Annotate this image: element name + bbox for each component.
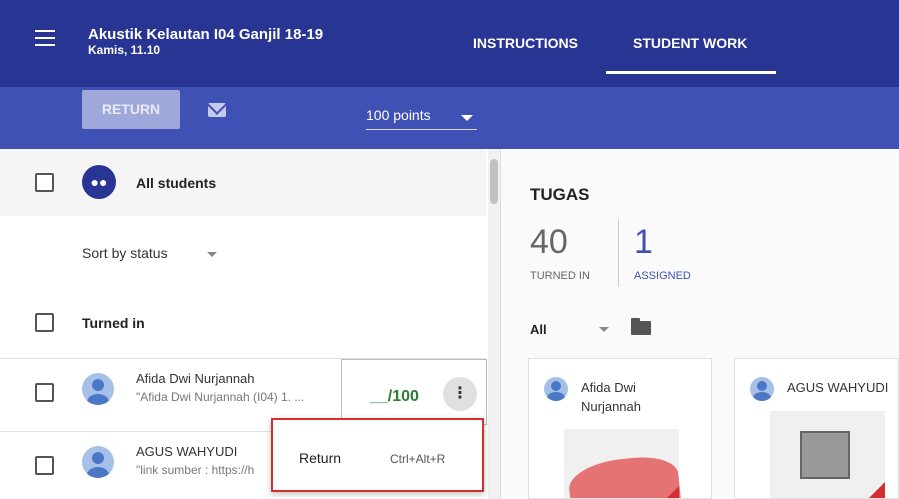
assigned-count[interactable]: 1	[634, 223, 653, 262]
card-student-name: AGUS WAHYUDI	[787, 380, 889, 395]
student-checkbox[interactable]	[35, 456, 54, 475]
section-header: Turned in	[82, 315, 145, 331]
chevron-down-icon[interactable]	[207, 252, 217, 257]
keyboard-shortcut: Ctrl+Alt+R	[390, 452, 446, 466]
chevron-down-icon[interactable]	[599, 327, 609, 332]
submission-thumbnail[interactable]	[564, 429, 682, 498]
class-date: Kamis, 11.10	[88, 43, 161, 57]
tab-student-work[interactable]: STUDENT WORK	[633, 35, 747, 51]
all-students-label: All students	[136, 175, 217, 191]
tab-instructions[interactable]: INSTRUCTIONS	[473, 35, 578, 51]
avatar	[544, 377, 568, 401]
divider	[618, 219, 619, 287]
grade-input[interactable]: __/100	[370, 388, 419, 406]
filter-select[interactable]: All	[530, 322, 547, 337]
assigned-label[interactable]: ASSIGNED	[634, 270, 691, 282]
menu-icon[interactable]	[35, 30, 55, 46]
submission-card[interactable]: AGUS WAHYUDI	[734, 358, 899, 499]
context-menu-return[interactable]: Return Ctrl+Alt+R	[271, 418, 484, 492]
avatar	[82, 446, 114, 478]
class-title[interactable]: Akustik Kelautan I04 Ganjil 18-19	[88, 26, 323, 43]
assignment-summary-panel: TUGAS 40 TURNED IN 1 ASSIGNED All Afida …	[501, 149, 899, 499]
top-app-bar: Akustik Kelautan I04 Ganjil 18-19 Kamis,…	[0, 0, 899, 87]
scrollbar-thumb[interactable]	[490, 159, 498, 204]
folder-icon[interactable]	[631, 318, 651, 335]
return-button[interactable]: RETURN	[82, 90, 180, 129]
all-students-row[interactable]: ●● All students	[0, 149, 486, 216]
turned-in-checkbox[interactable]	[35, 313, 54, 332]
submission-thumbnail[interactable]	[770, 411, 885, 498]
student-submission-snippet: "Afida Dwi Nurjannah (I04) 1. ...	[136, 390, 305, 404]
active-tab-indicator	[606, 71, 776, 74]
group-icon: ●●	[82, 165, 116, 199]
grade-cell[interactable]: __/100 ⋮	[341, 359, 487, 425]
sort-select[interactable]: Sort by status	[82, 245, 168, 261]
card-student-name: Afida Dwi Nurjannah	[581, 380, 641, 414]
all-students-checkbox[interactable]	[35, 173, 54, 192]
avatar	[82, 373, 114, 405]
menu-item-return[interactable]: Return	[299, 450, 341, 466]
avatar	[750, 377, 774, 401]
student-name: Afida Dwi Nurjannah	[136, 371, 255, 386]
submission-card[interactable]: Afida Dwi Nurjannah	[528, 358, 712, 499]
student-submission-snippet: "link sumber : https://h	[136, 463, 255, 477]
chevron-down-icon[interactable]	[461, 115, 473, 121]
action-toolbar: RETURN 100 points	[0, 87, 899, 149]
more-options-icon[interactable]: ⋮	[443, 377, 477, 411]
points-select[interactable]: 100 points	[366, 107, 431, 123]
assignment-title: TUGAS	[530, 185, 590, 204]
scrollbar[interactable]	[488, 149, 500, 499]
turned-in-count[interactable]: 40	[530, 223, 568, 262]
points-select-underline	[366, 129, 477, 130]
student-row[interactable]: Afida Dwi Nurjannah "Afida Dwi Nurjannah…	[0, 358, 487, 425]
turned-in-label[interactable]: TURNED IN	[530, 270, 590, 282]
student-checkbox[interactable]	[35, 383, 54, 402]
email-icon[interactable]	[208, 103, 226, 117]
student-name: AGUS WAHYUDI	[136, 444, 238, 459]
